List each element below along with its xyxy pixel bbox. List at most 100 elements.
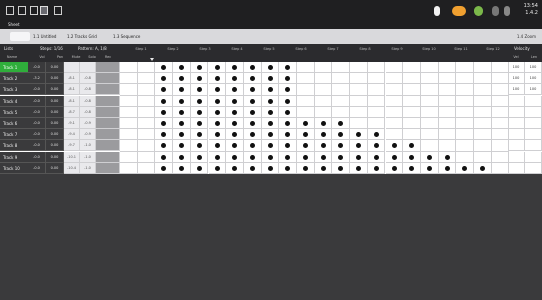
step-cell[interactable]: [350, 95, 368, 107]
note-velocity[interactable]: [508, 106, 525, 118]
step-cell[interactable]: [420, 62, 439, 74]
track-volume[interactable]: -0.0: [28, 62, 46, 73]
step-note-dot[interactable]: [285, 154, 291, 160]
step-column-header[interactable]: Step 7: [318, 47, 348, 58]
step-cell[interactable]: [120, 62, 138, 74]
step-note-dot[interactable]: [214, 65, 220, 70]
step-note-dot[interactable]: [232, 165, 238, 171]
step-cell[interactable]: [297, 95, 315, 107]
column-header-rec[interactable]: Rec: [100, 55, 116, 61]
step-cell[interactable]: [332, 106, 351, 118]
step-cell[interactable]: [350, 118, 368, 130]
step-note-dot[interactable]: [373, 165, 379, 171]
note-length[interactable]: 100: [525, 73, 542, 85]
track-value-a[interactable]: [64, 62, 80, 73]
step-cell[interactable]: [456, 84, 474, 96]
grid-view-icon[interactable]: [40, 6, 48, 15]
tab-zoom[interactable]: 1.4 Zoom: [517, 32, 536, 41]
track-volume[interactable]: -0.0: [28, 95, 46, 107]
cloud-icon[interactable]: [452, 6, 466, 16]
track-value-b[interactable]: -1.0: [80, 162, 96, 174]
step-column-header[interactable]: Step 2: [158, 47, 188, 58]
step-column-header[interactable]: Step 8: [350, 47, 380, 58]
track-value-b[interactable]: -0.9: [80, 118, 96, 129]
step-cell[interactable]: [120, 129, 138, 141]
track-pan[interactable]: 0.00: [46, 62, 64, 73]
step-cell[interactable]: [332, 95, 351, 107]
step-cell[interactable]: [385, 106, 404, 118]
column-header-vol[interactable]: Vol: [34, 55, 50, 61]
track-pan[interactable]: 0.00: [46, 106, 64, 118]
settings-icon[interactable]: [504, 6, 510, 16]
step-note-dot[interactable]: [249, 98, 255, 104]
record-icon[interactable]: [434, 6, 440, 16]
step-note-dot[interactable]: [391, 143, 397, 149]
step-cell[interactable]: [350, 84, 368, 96]
step-cell[interactable]: [120, 73, 138, 85]
tab-untitled[interactable]: 1.1 Untitled: [30, 32, 59, 41]
track-volume[interactable]: -0.0: [28, 118, 46, 129]
step-cell[interactable]: [456, 73, 474, 85]
step-note-dot[interactable]: [356, 154, 362, 160]
step-cell[interactable]: [491, 95, 510, 107]
track-value-b[interactable]: [80, 62, 96, 73]
header-lists[interactable]: Lists: [4, 46, 13, 52]
note-velocity[interactable]: [508, 151, 525, 163]
step-note-dot[interactable]: [373, 132, 379, 138]
step-cell[interactable]: [474, 140, 492, 152]
step-note-dot[interactable]: [249, 109, 255, 115]
step-note-dot[interactable]: [179, 165, 185, 171]
track-volume[interactable]: -0.0: [28, 162, 46, 174]
step-note-dot[interactable]: [303, 121, 308, 126]
step-cell[interactable]: [420, 84, 439, 96]
step-cell[interactable]: [491, 140, 510, 152]
step-note-dot[interactable]: [249, 65, 255, 70]
track-value-a[interactable]: -9.1: [64, 118, 80, 129]
step-note-dot[interactable]: [196, 109, 202, 115]
step-cell[interactable]: [438, 140, 457, 152]
track-name[interactable]: Track 4: [0, 95, 28, 107]
step-cell[interactable]: [314, 95, 333, 107]
note-velocity[interactable]: [508, 118, 525, 129]
track-pan[interactable]: 0.00: [46, 151, 64, 163]
step-note-dot[interactable]: [267, 132, 273, 138]
step-cell[interactable]: [137, 129, 156, 141]
step-note-dot[interactable]: [444, 165, 450, 171]
note-length[interactable]: [525, 95, 542, 107]
step-cell[interactable]: [438, 84, 457, 96]
track-volume[interactable]: -0.0: [28, 106, 46, 118]
step-note-dot[interactable]: [196, 154, 202, 160]
step-cell[interactable]: [474, 129, 492, 141]
step-cell[interactable]: [367, 106, 386, 118]
step-cell[interactable]: [385, 95, 404, 107]
step-note-dot[interactable]: [409, 154, 415, 160]
track-value-b[interactable]: -1.0: [80, 151, 96, 163]
track-name[interactable]: Track 5: [0, 106, 28, 118]
column-header-vel[interactable]: Vel: [508, 55, 524, 61]
step-cell[interactable]: [474, 73, 492, 85]
track-value-b[interactable]: -0.8: [80, 106, 96, 118]
step-cell[interactable]: [491, 118, 510, 130]
tab-tracks-grid[interactable]: 1.2 Tracks Grid: [64, 32, 100, 41]
track-pan[interactable]: 0.00: [46, 129, 64, 141]
step-cell[interactable]: [367, 73, 386, 85]
step-cell[interactable]: [456, 62, 474, 74]
step-cell[interactable]: [385, 84, 404, 96]
step-cell[interactable]: [120, 118, 138, 130]
step-note-dot[interactable]: [196, 65, 202, 70]
step-note-dot[interactable]: [409, 165, 415, 171]
list-view-icon[interactable]: [18, 6, 26, 15]
step-cell[interactable]: [297, 73, 315, 85]
track-value-a[interactable]: -9.4: [64, 129, 80, 141]
step-cell[interactable]: [403, 84, 421, 96]
step-cell[interactable]: [456, 151, 474, 163]
step-cell[interactable]: [491, 73, 510, 85]
step-cell[interactable]: [137, 73, 156, 85]
step-cell[interactable]: [350, 62, 368, 74]
step-cell[interactable]: [438, 129, 457, 141]
step-cell[interactable]: [420, 95, 439, 107]
step-note-dot[interactable]: [320, 121, 326, 126]
tab-home[interactable]: [10, 32, 30, 41]
step-note-dot[interactable]: [179, 154, 185, 160]
step-column-header[interactable]: Step 11: [446, 47, 476, 58]
